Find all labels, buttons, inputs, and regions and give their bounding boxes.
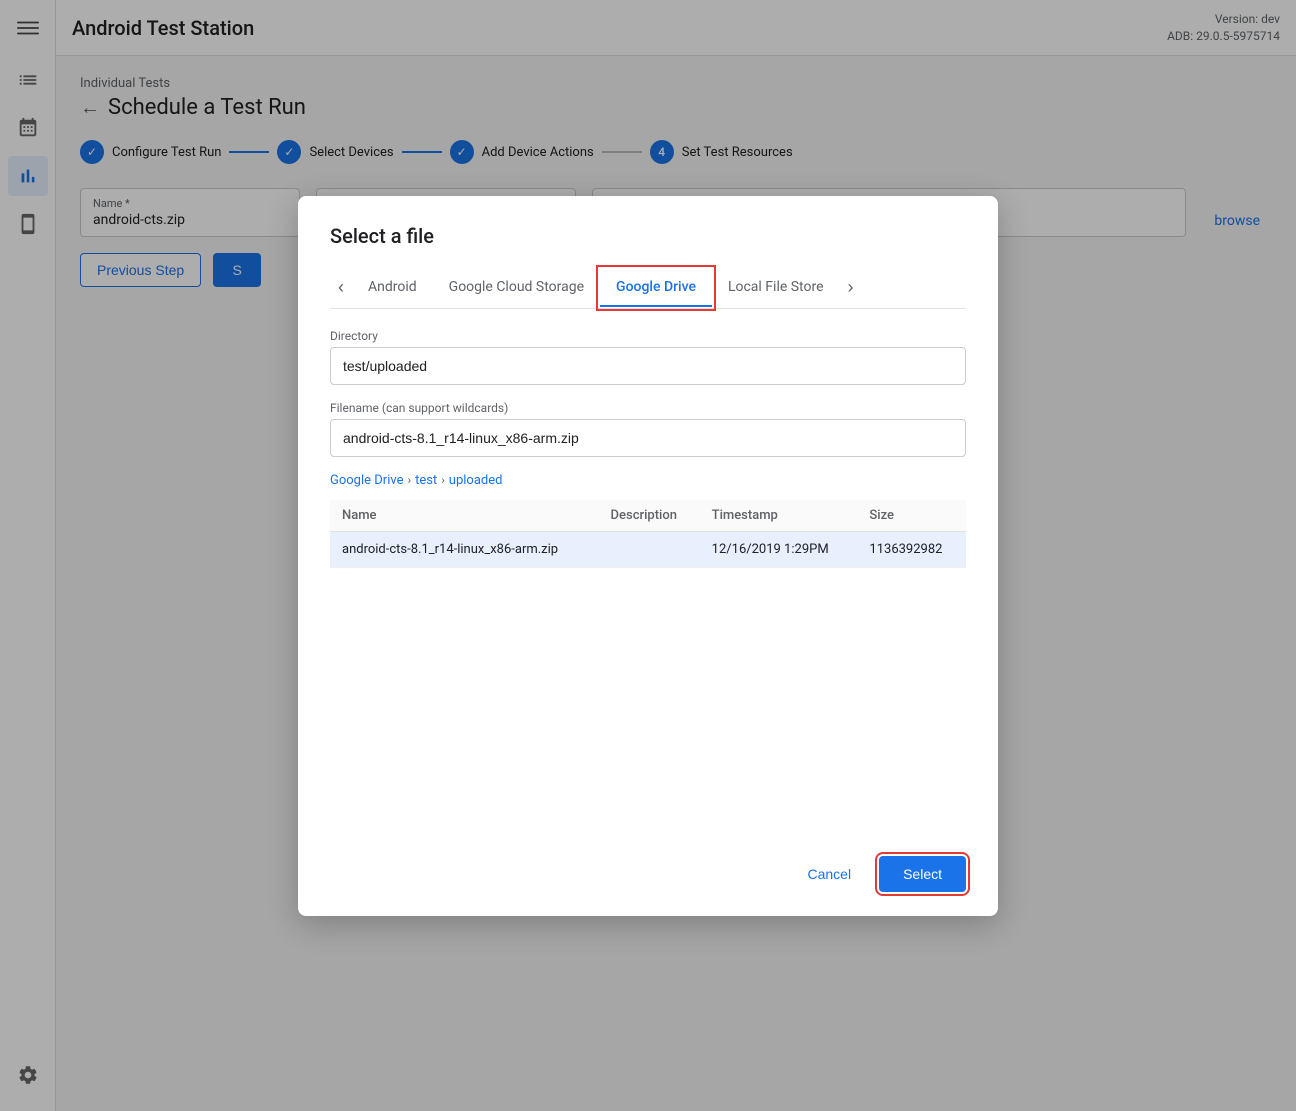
directory-field: Directory — [330, 329, 966, 385]
path-breadcrumb: Google Drive › test › uploaded — [330, 473, 966, 488]
path-part-1[interactable]: test — [415, 473, 437, 488]
col-timestamp: Timestamp — [700, 500, 858, 532]
tab-google-drive[interactable]: Google Drive — [600, 269, 712, 307]
tab-bar: ‹ Android Google Cloud Storage Google Dr… — [330, 268, 966, 309]
col-name: Name — [330, 500, 599, 532]
modal-overlay: Select a file ‹ Android Google Cloud Sto… — [0, 0, 1296, 1111]
directory-input[interactable] — [330, 347, 966, 385]
path-sep-2: › — [441, 473, 445, 487]
tab-prev-button[interactable]: ‹ — [330, 268, 352, 308]
dialog-footer: Cancel Select — [330, 832, 966, 892]
file-name: android-cts-8.1_r14-linux_x86-arm.zip — [330, 531, 599, 567]
tab-next-button[interactable]: › — [840, 268, 862, 308]
col-description: Description — [599, 500, 700, 532]
dialog-title: Select a file — [330, 224, 966, 248]
file-timestamp: 12/16/2019 1:29PM — [700, 531, 858, 567]
directory-label: Directory — [330, 329, 966, 343]
tab-android[interactable]: Android — [352, 269, 433, 307]
file-table: Name Description Timestamp Size android-… — [330, 500, 966, 568]
filename-input[interactable] — [330, 419, 966, 457]
table-row[interactable]: android-cts-8.1_r14-linux_x86-arm.zip 12… — [330, 531, 966, 567]
tab-local-file-store[interactable]: Local File Store — [712, 269, 840, 307]
path-part-2[interactable]: uploaded — [449, 473, 503, 488]
col-size: Size — [857, 500, 966, 532]
filename-field: Filename (can support wildcards) — [330, 401, 966, 457]
file-description — [599, 531, 700, 567]
cancel-button[interactable]: Cancel — [795, 858, 863, 890]
file-size: 1136392982 — [857, 531, 966, 567]
filename-label: Filename (can support wildcards) — [330, 401, 966, 415]
tab-google-cloud-storage[interactable]: Google Cloud Storage — [433, 269, 600, 307]
select-file-dialog: Select a file ‹ Android Google Cloud Sto… — [298, 196, 998, 916]
select-button[interactable]: Select — [879, 856, 966, 892]
path-sep-1: › — [407, 473, 411, 487]
path-root[interactable]: Google Drive — [330, 473, 403, 488]
